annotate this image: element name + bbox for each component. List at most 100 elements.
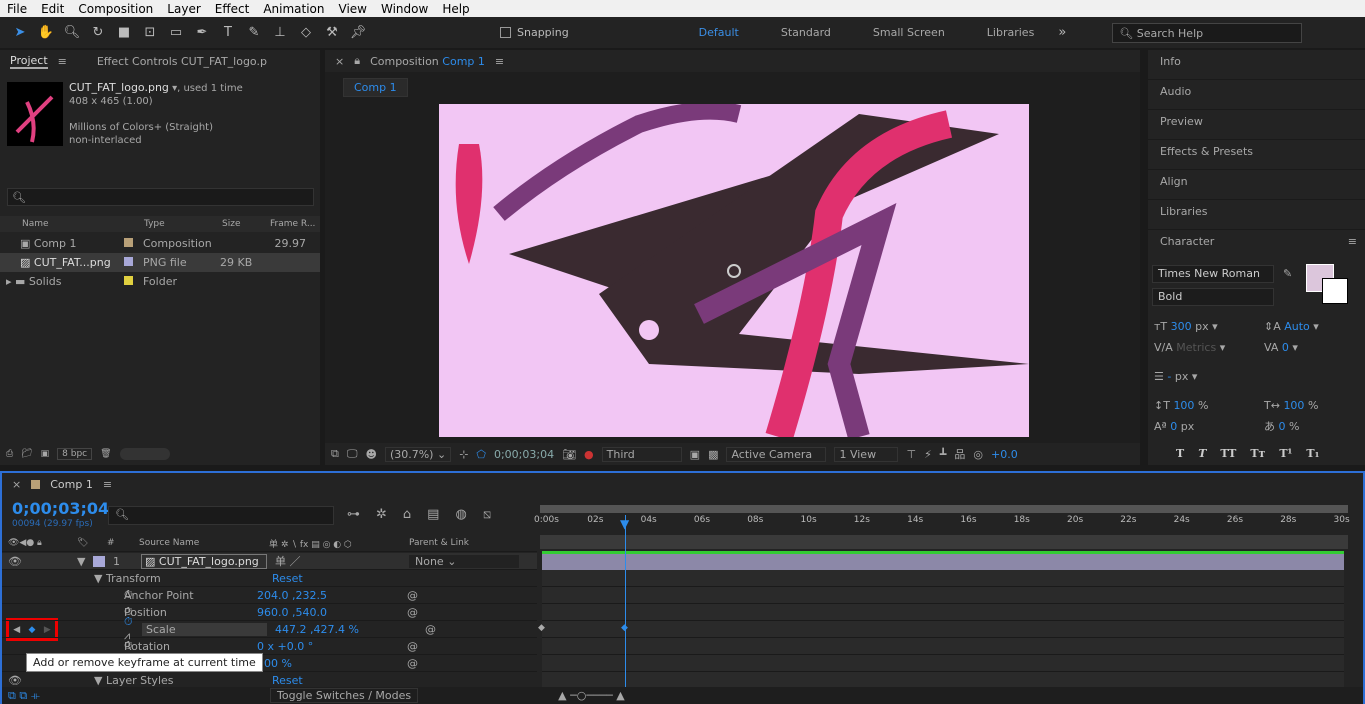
monitor-icon[interactable]: 🖵: [347, 447, 358, 461]
transform-reset[interactable]: Reset: [272, 572, 303, 585]
pan-behind-tool-icon[interactable]: ⊡: [140, 25, 160, 40]
layer-styles-reset[interactable]: Reset: [272, 674, 303, 687]
panel-align[interactable]: Align: [1148, 170, 1365, 200]
workspace-libraries[interactable]: Libraries: [987, 26, 1035, 39]
menu-animation[interactable]: Animation: [256, 2, 331, 16]
font-style-dropdown[interactable]: Bold: [1152, 288, 1274, 306]
always-preview-icon[interactable]: ⧉: [331, 447, 339, 461]
menu-effect[interactable]: Effect: [208, 2, 257, 16]
baseline-value[interactable]: 0: [1170, 420, 1177, 433]
vertical-scale-value[interactable]: 100: [1173, 399, 1194, 412]
layer-name[interactable]: ▨ CUT_FAT_logo.png: [141, 553, 267, 569]
bpc-button[interactable]: 8 bpc: [57, 448, 93, 460]
zoom-slider[interactable]: ▲ ─○──── ▲: [558, 689, 625, 702]
font-family-dropdown[interactable]: Times New Roman: [1152, 265, 1274, 283]
camera-tool-icon[interactable]: ■: [114, 25, 134, 40]
pick-whip-icon[interactable]: @: [407, 606, 418, 619]
kerning-value[interactable]: Metrics: [1176, 341, 1216, 354]
zoom-tool-icon[interactable]: 🔍︎: [62, 25, 82, 40]
new-folder-icon[interactable]: 📁︎: [21, 449, 32, 459]
tab-project[interactable]: Project: [10, 54, 48, 69]
transparency-grid-icon[interactable]: ⬠: [476, 448, 486, 461]
col-parent[interactable]: Parent & Link: [409, 538, 469, 548]
close-icon[interactable]: ×: [335, 55, 344, 68]
property-value[interactable]: 0 x +0.0 °: [257, 640, 407, 653]
workspace-standard[interactable]: Standard: [781, 26, 831, 39]
keyframe-start[interactable]: ◆: [538, 623, 545, 633]
workspace-default[interactable]: Default: [699, 26, 739, 39]
stroke-color-swatch[interactable]: [1322, 278, 1348, 304]
snapshot-icon[interactable]: 📷︎: [562, 448, 576, 461]
property-value[interactable]: 447.2 ,427.4 %: [275, 623, 425, 636]
list-item[interactable]: ▨ CUT_FAT...png PNG file 29 KB: [0, 253, 320, 272]
col-name[interactable]: Name: [0, 219, 120, 229]
small-caps-button[interactable]: Tт: [1250, 443, 1265, 464]
subscript-button[interactable]: T₁: [1306, 443, 1319, 464]
list-item[interactable]: ▸ ▬ Solids Folder: [0, 272, 320, 291]
type-tool-icon[interactable]: T: [218, 25, 238, 40]
panel-info[interactable]: Info: [1148, 50, 1365, 80]
exposure-icon[interactable]: ◎: [973, 448, 983, 461]
col-source-name[interactable]: Source Name: [139, 538, 269, 548]
tsume-value[interactable]: 0: [1279, 420, 1286, 433]
roto-brush-tool-icon[interactable]: ⚒: [322, 25, 342, 40]
menu-view[interactable]: View: [332, 2, 374, 16]
rectangle-tool-icon[interactable]: ▭: [166, 25, 186, 40]
playhead-handle[interactable]: ▼: [620, 517, 629, 531]
leading-value[interactable]: Auto: [1284, 320, 1310, 333]
draft-3d-icon[interactable]: ✲: [376, 507, 387, 522]
property-value[interactable]: 960.0 ,540.0: [257, 606, 407, 619]
menu-window[interactable]: Window: [374, 2, 435, 16]
frame-blending-icon[interactable]: ▤: [427, 507, 439, 522]
current-time[interactable]: 0;00;03;04: [12, 499, 109, 518]
time-ruler[interactable]: 0:00s 02s 04s 06s 08s 10s 12s 14s 16s 18s 20s 22s 24…: [534, 515, 1350, 533]
menu-layer[interactable]: Layer: [160, 2, 207, 16]
menu-file[interactable]: File: [0, 2, 34, 16]
panel-menu-icon[interactable]: ≡: [1348, 235, 1357, 248]
zoom-dropdown[interactable]: (30.7%) ⌄: [384, 446, 452, 462]
transform-group[interactable]: ▼ Transform Reset: [2, 570, 537, 587]
pick-whip-icon[interactable]: @: [407, 640, 418, 653]
panel-effects-presets[interactable]: Effects & Presets: [1148, 140, 1365, 170]
property-value[interactable]: 204.0 ,232.5: [257, 589, 407, 602]
toggle-pixel-icon[interactable]: ⊤: [906, 448, 916, 461]
snapping-checkbox[interactable]: [500, 27, 511, 38]
property-value[interactable]: 100 %: [257, 657, 407, 670]
thumbnail-slider[interactable]: [119, 448, 170, 460]
motion-blur-icon[interactable]: ◍: [455, 507, 466, 522]
rotate-tool-icon[interactable]: ↻: [88, 25, 108, 40]
layer-row[interactable]: 👁︎ ▼ 1 ▨ CUT_FAT_logo.png 单 ／ None ⌄: [2, 553, 537, 570]
col-size[interactable]: Size: [198, 219, 246, 229]
brush-tool-icon[interactable]: ✎: [244, 25, 264, 40]
faux-italic-button[interactable]: T: [1198, 443, 1206, 464]
eyedropper-icon[interactable]: ✎: [1283, 267, 1292, 280]
menu-edit[interactable]: Edit: [34, 2, 71, 16]
delete-icon[interactable]: 🗑︎: [100, 449, 111, 459]
viewer-timecode[interactable]: 0;00;03;04: [494, 448, 554, 461]
pick-whip-icon[interactable]: @: [407, 589, 418, 602]
composition-mini-flowchart-icon[interactable]: ⊶: [347, 507, 360, 522]
tracking-value[interactable]: 0: [1282, 341, 1289, 354]
pick-whip-icon[interactable]: @: [407, 657, 418, 670]
stopwatch-icon[interactable]: ⏱︎: [2, 639, 142, 653]
fast-preview-icon[interactable]: ▣: [690, 448, 700, 461]
selection-tool-icon[interactable]: ➤: [10, 25, 30, 40]
panel-audio[interactable]: Audio: [1148, 80, 1365, 110]
list-item[interactable]: ▣ Comp 1 Composition 29.97: [0, 234, 320, 253]
more-workspaces-icon[interactable]: »: [1058, 25, 1066, 40]
comp-flowchart-icon[interactable]: 品: [954, 446, 965, 462]
views-dropdown[interactable]: 1 View: [834, 446, 899, 462]
work-area[interactable]: [540, 535, 1348, 549]
workspace-small-screen[interactable]: Small Screen: [873, 26, 945, 39]
all-caps-button[interactable]: TT: [1220, 443, 1236, 464]
menu-help[interactable]: Help: [435, 2, 476, 16]
parent-dropdown[interactable]: None ⌄: [409, 554, 519, 568]
pick-whip-icon[interactable]: @: [425, 623, 436, 636]
stroke-width-value[interactable]: -: [1167, 370, 1171, 383]
property-row[interactable]: ⏱︎ ⩘ Scale 447.2 ,427.4 % @: [2, 615, 537, 642]
toggle-switches-modes-button[interactable]: Toggle Switches / Modes: [270, 688, 419, 703]
menu-composition[interactable]: Composition: [71, 2, 160, 16]
property-row[interactable]: ⏱︎ Anchor Point 204.0 ,232.5 @: [2, 587, 537, 604]
composition-canvas[interactable]: [439, 104, 1029, 437]
tab-composition[interactable]: Composition Comp 1: [370, 55, 485, 68]
